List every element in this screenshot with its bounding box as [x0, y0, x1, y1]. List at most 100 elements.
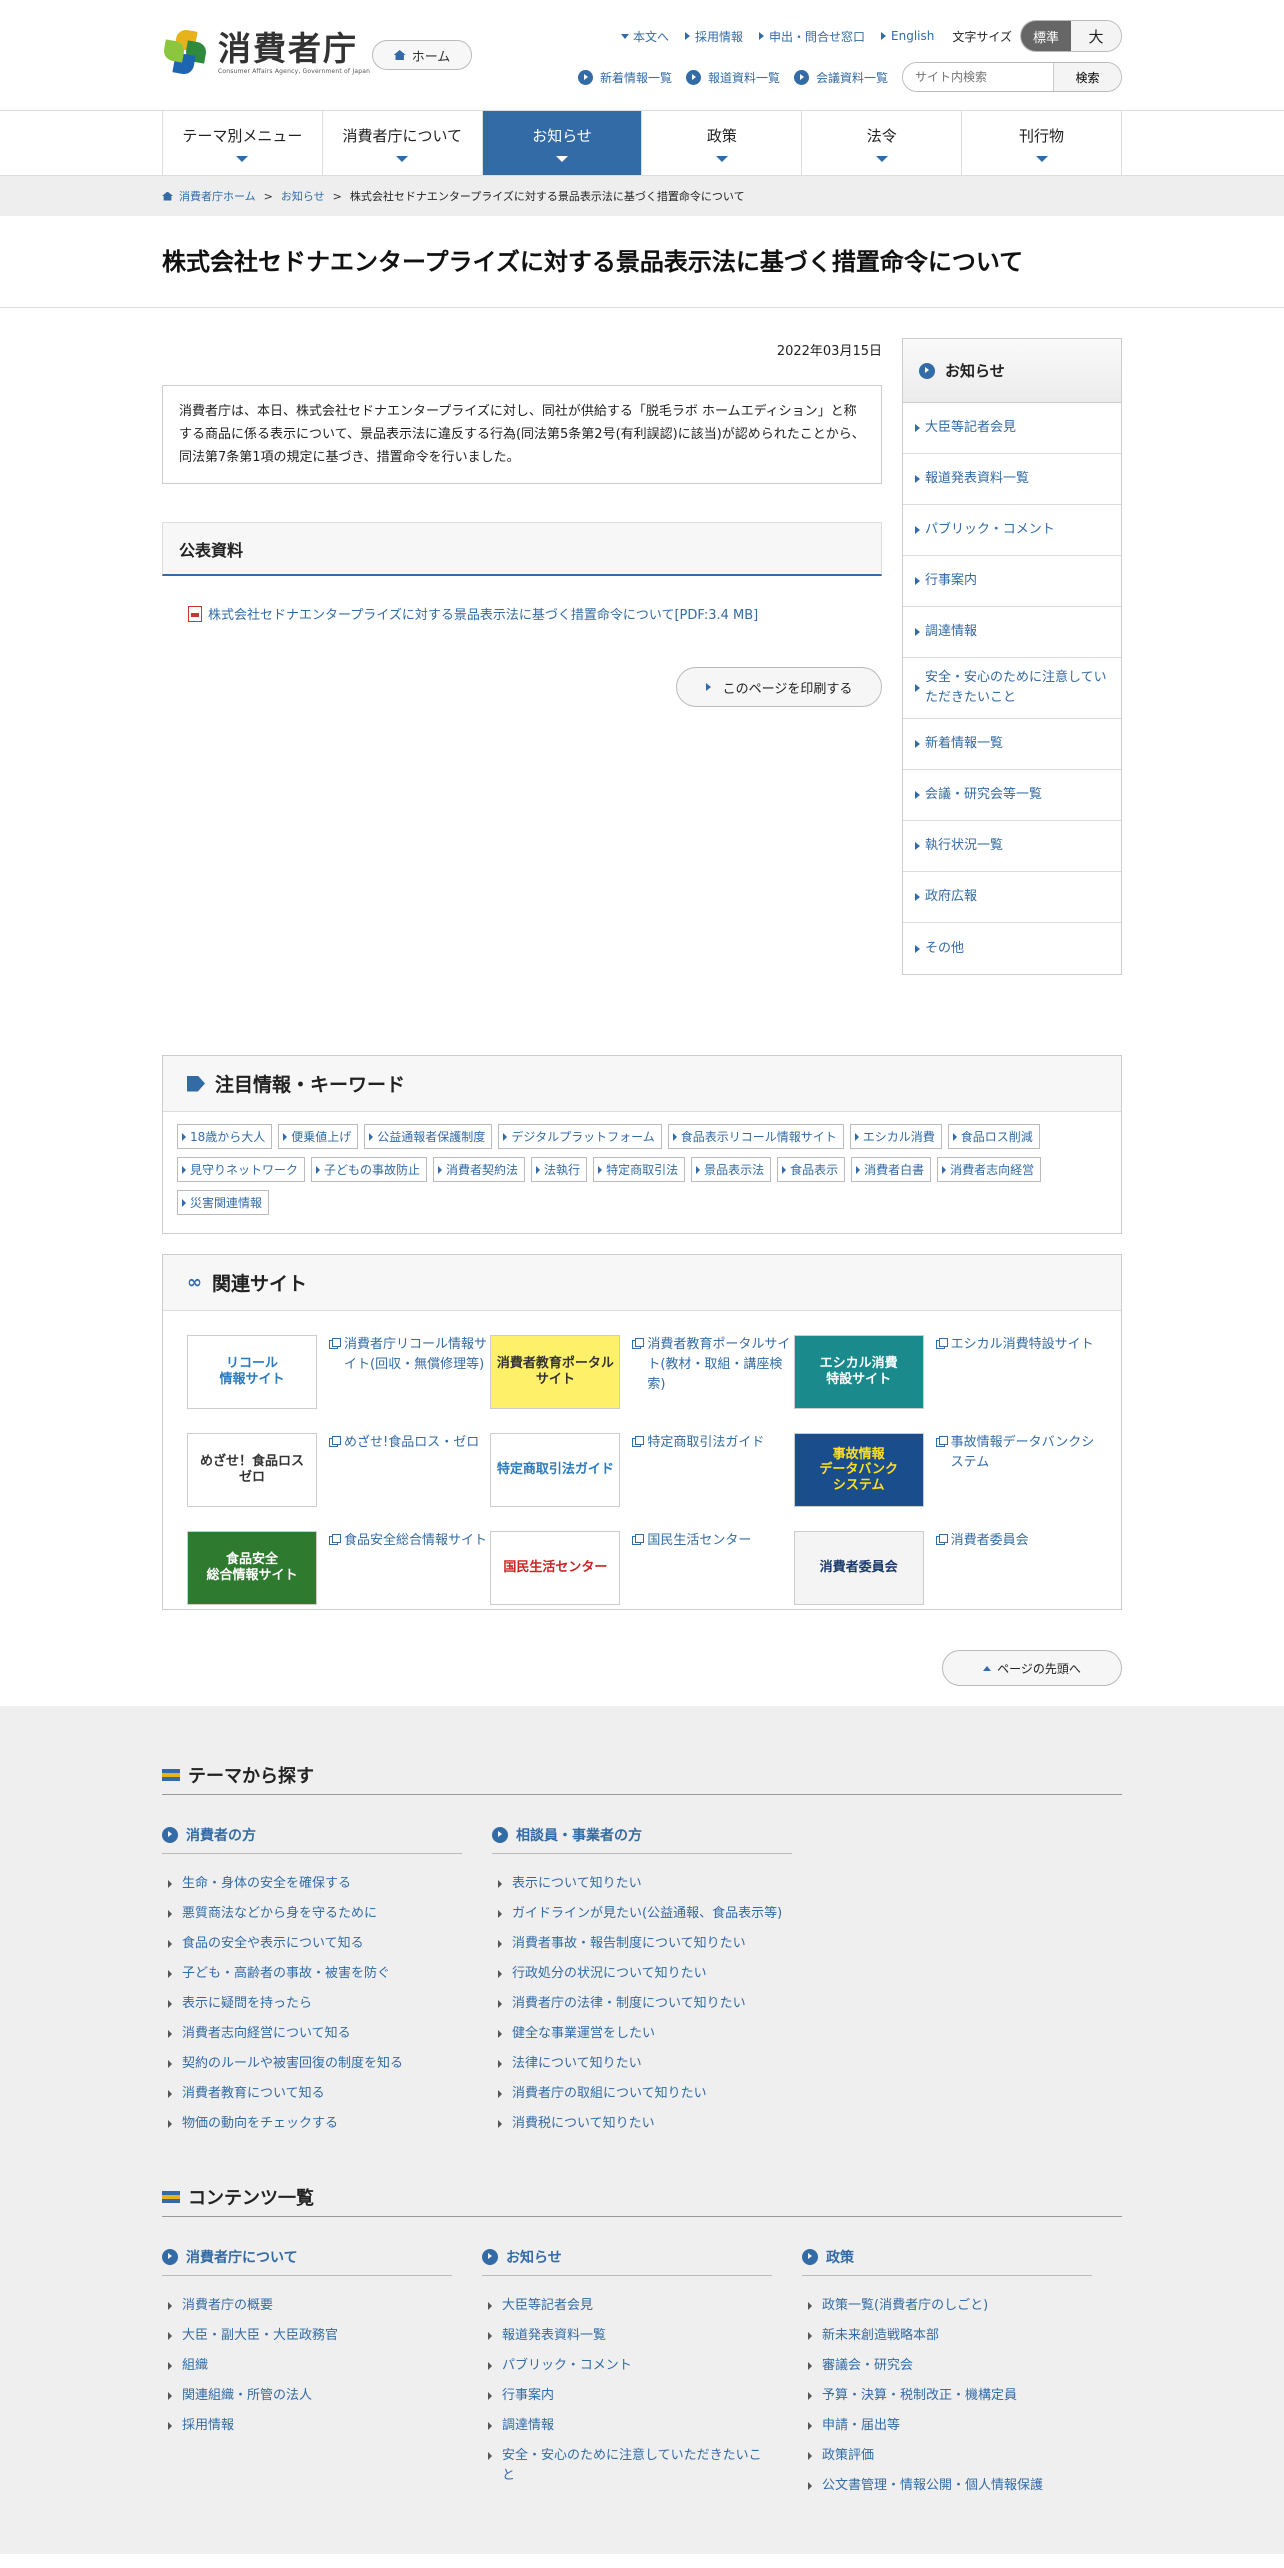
footer-link[interactable]: 安全・安心のために注意していただきたいこと: [482, 2446, 772, 2486]
footer-link[interactable]: 消費者庁の概要: [162, 2296, 452, 2316]
breadcrumb-news[interactable]: お知らせ: [281, 188, 325, 204]
related-site-banner[interactable]: エシカル消費 特設サイト: [793, 1335, 924, 1409]
footer-link[interactable]: 審議会・研究会: [802, 2356, 1092, 2376]
footer-link[interactable]: 子ども・高齢者の事故・被害を防ぐ: [162, 1964, 462, 1984]
meeting-list-link[interactable]: 会議資料一覧: [793, 69, 888, 86]
keyword-tag[interactable]: 公益通報者保護制度: [364, 1124, 493, 1149]
sidebar-item-other[interactable]: その他: [903, 923, 1121, 974]
footer-link[interactable]: 報道発表資料一覧: [482, 2326, 772, 2346]
keyword-tag[interactable]: 子どもの事故防止: [311, 1157, 428, 1182]
related-site-banner[interactable]: 消費者委員会: [793, 1531, 924, 1605]
footer-link[interactable]: 契約のルールや被害回復の制度を知る: [162, 2054, 462, 2074]
sidebar-item-enforcement[interactable]: 執行状況一覧: [903, 821, 1121, 872]
footer-link[interactable]: ガイドラインが見たい(公益通報、食品表示等): [492, 1904, 792, 1924]
keyword-tag[interactable]: 食品表示: [777, 1157, 846, 1182]
keyword-tag[interactable]: 見守りネットワーク: [177, 1157, 306, 1182]
related-site-banner[interactable]: 国民生活センター: [490, 1531, 621, 1605]
font-size-standard-button[interactable]: 標準: [1021, 21, 1071, 51]
sidebar-item-events[interactable]: 行事案内: [903, 556, 1121, 607]
keyword-tag[interactable]: 景品表示法: [691, 1157, 772, 1182]
gnav-about[interactable]: 消費者庁について: [321, 111, 482, 175]
footer-link[interactable]: 表示について知りたい: [492, 1874, 792, 1894]
keyword-tag[interactable]: 法執行: [531, 1157, 588, 1182]
sidebar-item-press-releases[interactable]: 報道発表資料一覧: [903, 454, 1121, 505]
site-logo[interactable]: 消費者庁 Consumer Affairs Agency, Government…: [162, 28, 370, 78]
footer-link[interactable]: 消費者事故・報告制度について知りたい: [492, 1934, 792, 1954]
footer-link[interactable]: 消費税について知りたい: [492, 2114, 792, 2134]
gnav-laws[interactable]: 法令: [801, 111, 961, 175]
related-site-link[interactable]: 事故情報データバンクシステム: [935, 1433, 1097, 1507]
footer-link[interactable]: 政策一覧(消費者庁のしごと): [802, 2296, 1092, 2316]
footer-column-title[interactable]: 消費者の方: [162, 1825, 462, 1854]
footer-link[interactable]: 食品の安全や表示について知る: [162, 1934, 462, 1954]
print-button[interactable]: このページを印刷する: [676, 667, 882, 707]
related-site-link[interactable]: 消費者教育ポータルサイト(教材・取組・講座検索): [632, 1335, 793, 1409]
search-input[interactable]: [903, 63, 1053, 91]
gnav-policy[interactable]: 政策: [641, 111, 801, 175]
footer-link[interactable]: 採用情報: [162, 2416, 452, 2436]
footer-link[interactable]: 行事案内: [482, 2386, 772, 2406]
footer-column-title[interactable]: お知らせ: [482, 2247, 772, 2276]
footer-link[interactable]: 消費者庁の法律・制度について知りたい: [492, 1994, 792, 2014]
search-button[interactable]: 検索: [1053, 63, 1121, 91]
sidebar-item-public-comment[interactable]: パブリック・コメント: [903, 505, 1121, 556]
sidebar-item-safety[interactable]: 安全・安心のために注意していただきたいこと: [903, 658, 1121, 719]
footer-link[interactable]: 表示に疑問を持ったら: [162, 1994, 462, 2014]
keyword-tag[interactable]: 食品表示リコール情報サイト: [667, 1124, 844, 1149]
related-site-link[interactable]: 国民生活センター: [632, 1531, 751, 1605]
news-list-link[interactable]: 新着情報一覧: [577, 69, 672, 86]
font-size-large-button[interactable]: 大: [1071, 21, 1121, 51]
english-link[interactable]: English: [881, 29, 934, 43]
keyword-tag[interactable]: 18歳から大人: [177, 1124, 273, 1149]
related-site-link[interactable]: 消費者委員会: [935, 1531, 1029, 1605]
footer-link[interactable]: 行政処分の状況について知りたい: [492, 1964, 792, 1984]
related-site-link[interactable]: 食品安全総合情報サイト: [329, 1531, 487, 1605]
skip-to-content-link[interactable]: 本文へ: [620, 28, 669, 45]
footer-link[interactable]: 調達情報: [482, 2416, 772, 2436]
footer-link[interactable]: 消費者志向経営について知る: [162, 2024, 462, 2044]
footer-link[interactable]: パブリック・コメント: [482, 2356, 772, 2376]
keyword-tag[interactable]: 特定商取引法: [593, 1157, 686, 1182]
gnav-theme-menu[interactable]: テーマ別メニュー: [162, 111, 322, 175]
footer-link[interactable]: 物価の動向をチェックする: [162, 2114, 462, 2134]
related-site-link[interactable]: 特定商取引法ガイド: [632, 1433, 764, 1507]
press-list-link[interactable]: 報道資料一覧: [685, 69, 780, 86]
footer-link[interactable]: 生命・身体の安全を確保する: [162, 1874, 462, 1894]
footer-link[interactable]: 関連組織・所管の法人: [162, 2386, 452, 2406]
footer-link[interactable]: 悪質商法などから身を守るために: [162, 1904, 462, 1924]
sidebar-item-procurement[interactable]: 調達情報: [903, 607, 1121, 658]
footer-column-title[interactable]: 政策: [802, 2247, 1092, 2276]
sidebar-item-meetings[interactable]: 会議・研究会等一覧: [903, 770, 1121, 821]
keyword-tag[interactable]: 消費者志向経営: [937, 1157, 1042, 1182]
keyword-tag[interactable]: 災害関連情報: [177, 1190, 270, 1215]
home-button[interactable]: ホーム: [372, 40, 472, 70]
related-site-banner[interactable]: めざせ！食品ロス ゼロ: [187, 1433, 317, 1507]
page-top-button[interactable]: ページの先頭へ: [942, 1650, 1122, 1686]
footer-link[interactable]: 予算・決算・税制改正・機構定員: [802, 2386, 1092, 2406]
related-site-banner[interactable]: 事故情報 データバンク システム: [793, 1433, 924, 1507]
footer-link[interactable]: 消費者教育について知る: [162, 2084, 462, 2104]
keyword-tag[interactable]: 消費者契約法: [433, 1157, 526, 1182]
footer-link[interactable]: 申請・届出等: [802, 2416, 1092, 2436]
footer-link[interactable]: 新未来創造戦略本部: [802, 2326, 1092, 2346]
footer-link[interactable]: 健全な事業運営をしたい: [492, 2024, 792, 2044]
related-site-link[interactable]: めざせ!食品ロス・ゼロ: [329, 1433, 479, 1507]
footer-link[interactable]: 法律について知りたい: [492, 2054, 792, 2074]
sidebar-item-press-conference[interactable]: 大臣等記者会見: [903, 403, 1121, 454]
footer-link[interactable]: 大臣・副大臣・大臣政務官: [162, 2326, 452, 2346]
footer-column-title[interactable]: 消費者庁について: [162, 2247, 452, 2276]
footer-link[interactable]: 組織: [162, 2356, 452, 2376]
related-site-banner[interactable]: 特定商取引法ガイド: [490, 1433, 621, 1507]
gnav-publications[interactable]: 刊行物: [961, 111, 1122, 175]
related-site-banner[interactable]: 消費者教育ポータルサイト: [490, 1335, 621, 1409]
related-site-link[interactable]: エシカル消費特設サイト: [935, 1335, 1094, 1409]
related-site-banner[interactable]: 食品安全 総合情報サイト: [187, 1531, 317, 1605]
footer-link[interactable]: 消費者庁の取組について知りたい: [492, 2084, 792, 2104]
related-site-link[interactable]: 消費者庁リコール情報サイト(回収・無償修理等): [329, 1335, 490, 1409]
sidebar-item-gov-pr[interactable]: 政府広報: [903, 872, 1121, 923]
pdf-link[interactable]: 株式会社セドナエンタープライズに対する景品表示法に基づく措置命令について[PDF…: [208, 604, 758, 623]
breadcrumb-home[interactable]: 消費者庁ホーム: [179, 188, 256, 204]
sidebar-item-new-info[interactable]: 新着情報一覧: [903, 719, 1121, 770]
keyword-tag[interactable]: デジタルプラットフォーム: [498, 1124, 662, 1149]
gnav-news[interactable]: お知らせ: [481, 111, 642, 175]
